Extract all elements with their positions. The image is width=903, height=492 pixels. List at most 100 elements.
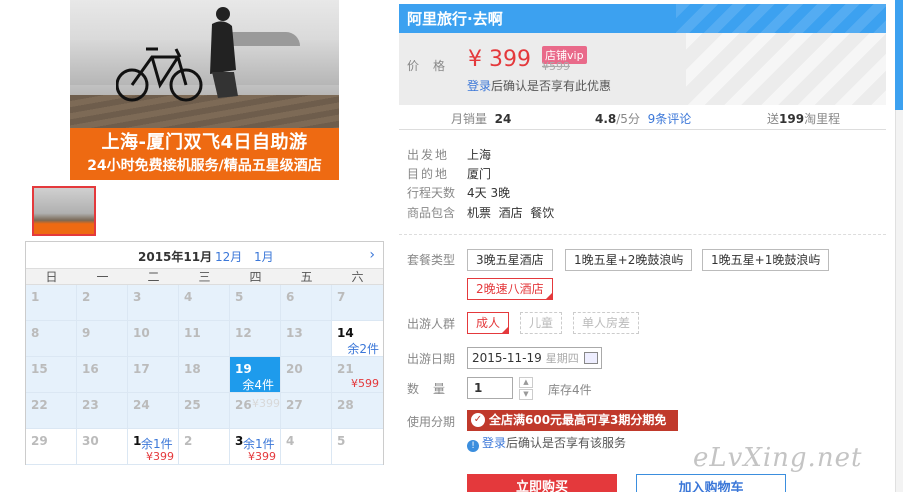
weekday-label: 二 [147, 270, 160, 284]
calendar-day: 23 [77, 393, 128, 429]
day-number: 16 [82, 362, 99, 376]
traveler-adult[interactable]: 成人 [467, 312, 510, 334]
calendar-header: 2015年11月 12月 1月 › [26, 242, 383, 268]
day-number: 28 [337, 398, 354, 412]
calendar-day: 13 [281, 321, 332, 357]
date-weekday: 星期四 [545, 352, 579, 365]
buy-now-button[interactable]: 立即购买 [467, 474, 617, 492]
stock-info: 库存4件 [548, 383, 592, 397]
date-calendar: 2015年11月 12月 1月 › 日一二三四五六 1 2 3 4 5 6 7 8 9 10 11 1… [25, 241, 384, 465]
rating: 4.8/5分 9条评论 [595, 110, 691, 127]
calendar-day: 28 [332, 393, 383, 429]
day-number: 4 [184, 290, 193, 304]
weekday-label: 六 [351, 270, 364, 284]
info-icon: ! [467, 440, 479, 452]
price-login-note: 登录后确认是否享有此优惠 [467, 77, 611, 94]
rating-suffix: /5分 [616, 112, 640, 126]
day-stock: 余4件 [242, 378, 274, 392]
installment-login-link[interactable]: 登录 [482, 436, 506, 450]
day-price: ¥399 [248, 450, 276, 463]
points: 送199淘里程 [767, 110, 840, 127]
day-number: 11 [184, 326, 201, 340]
day-number: 8 [31, 326, 40, 340]
calendar-day: 6 [281, 285, 332, 321]
month-link-jan[interactable]: 1月 [254, 248, 274, 265]
add-to-cart-button[interactable]: 加入购物车 [636, 474, 786, 492]
qty-decrease-icon[interactable]: ▼ [519, 389, 533, 400]
package-option-2[interactable]: 1晚五星+2晚鼓浪屿 [565, 249, 693, 271]
installment-note-text: 后确认是否享有该服务 [506, 436, 627, 450]
sales-label: 月销量 [451, 112, 488, 126]
calendar-icon[interactable] [584, 352, 598, 364]
header-pattern [676, 4, 886, 33]
day-number: 17 [133, 362, 150, 376]
calendar-day: 9 [77, 321, 128, 357]
calendar-day: 16 [77, 357, 128, 393]
calendar-day[interactable]: 14 余2件 [332, 321, 383, 357]
side-toolbar-top [895, 0, 903, 110]
banner-title: 上海-厦门双飞4日自助游 [101, 132, 308, 153]
installment-icon: ✓ [471, 413, 485, 427]
traveler-child: 儿童 [520, 312, 563, 334]
reviews-link[interactable]: 9条评论 [648, 112, 692, 126]
calendar-day: 2 [179, 429, 230, 465]
qty-label: 数量 [407, 382, 460, 396]
calendar-day: 3 [128, 285, 179, 321]
day-number: 5 [337, 434, 346, 448]
calendar-day: 11 [179, 321, 230, 357]
monthly-sales: 月销量 24 [451, 110, 511, 127]
installment-promo[interactable]: ✓ 全店满600元最高可享3期分期免息 [467, 410, 678, 448]
day-number: 12 [235, 326, 252, 340]
points-prefix: 送 [767, 112, 780, 126]
day-number: 22 [31, 398, 48, 412]
calendar-day: 17 [128, 357, 179, 393]
traveler-label: 出游人群 [407, 317, 456, 331]
weekday-label: 五 [300, 270, 313, 284]
chevron-right-icon[interactable]: › [369, 247, 375, 263]
package-option-3[interactable]: 1晚五星+1晚鼓浪屿 [702, 249, 830, 271]
current-month: 2015年11月 [138, 250, 213, 264]
thumbnail-image[interactable] [32, 186, 96, 236]
day-number: 4 [286, 434, 295, 448]
day-number: 23 [82, 398, 99, 412]
day-number: 30 [82, 434, 99, 448]
day-stock: 余2件 [347, 342, 379, 356]
package-option-4[interactable]: 2晚速八酒店 [467, 278, 553, 300]
calendar-day: 10 [128, 321, 179, 357]
quantity-input[interactable]: 1 [467, 377, 513, 399]
calendar-day: 5 [332, 429, 383, 465]
price-panel: 价格 ¥ 399 店铺vip ¥599 登录后确认是否享有此优惠 [399, 33, 886, 105]
calendar-day: 21 ¥599 [332, 357, 383, 393]
calendar-day: 7 [332, 285, 383, 321]
divider [399, 234, 886, 235]
sales-value: 24 [494, 112, 512, 126]
calendar-day: 4 [179, 285, 230, 321]
day-number: 1 [31, 290, 40, 304]
price-login-link[interactable]: 登录 [467, 79, 491, 93]
calendar-day: 12 [230, 321, 281, 357]
calendar-day: 27 [281, 393, 332, 429]
day-number: 14 [337, 326, 354, 340]
calendar-day[interactable]: 1 余1件 ¥399 [128, 429, 179, 465]
calendar-day: 4 [281, 429, 332, 465]
side-scrollbar[interactable] [895, 110, 903, 492]
day-price: ¥399 [146, 450, 174, 463]
weekday-row: 日一二三四五六 [26, 268, 383, 285]
traveler-single-room: 单人房差 [573, 312, 640, 334]
calendar-day: 1 [26, 285, 77, 321]
month-link-dec[interactable]: 12月 [215, 248, 242, 265]
day-number: 6 [286, 290, 295, 304]
shop-name[interactable]: 阿里旅行·去啊 [407, 8, 503, 29]
date-field[interactable]: 2015-11-19 星期四 [467, 347, 602, 369]
calendar-day: 5 [230, 285, 281, 321]
weekday-label: 日 [45, 270, 58, 284]
package-option-1[interactable]: 3晚五星酒店 [467, 249, 553, 271]
package-label: 套餐类型 [407, 253, 456, 267]
main-product-image: 上海-厦门双飞4日自助游 24小时免费接机服务/精品五星级酒店 [70, 0, 339, 180]
calendar-day[interactable]: 19 余4件 [230, 357, 281, 393]
day-number: 2 [82, 290, 91, 304]
day-price-faded: ¥399 [252, 397, 280, 410]
qty-increase-icon[interactable]: ▲ [519, 377, 533, 388]
calendar-day[interactable]: 3 余1件 ¥399 [230, 429, 281, 465]
shop-header: 阿里旅行·去啊 [399, 4, 886, 33]
